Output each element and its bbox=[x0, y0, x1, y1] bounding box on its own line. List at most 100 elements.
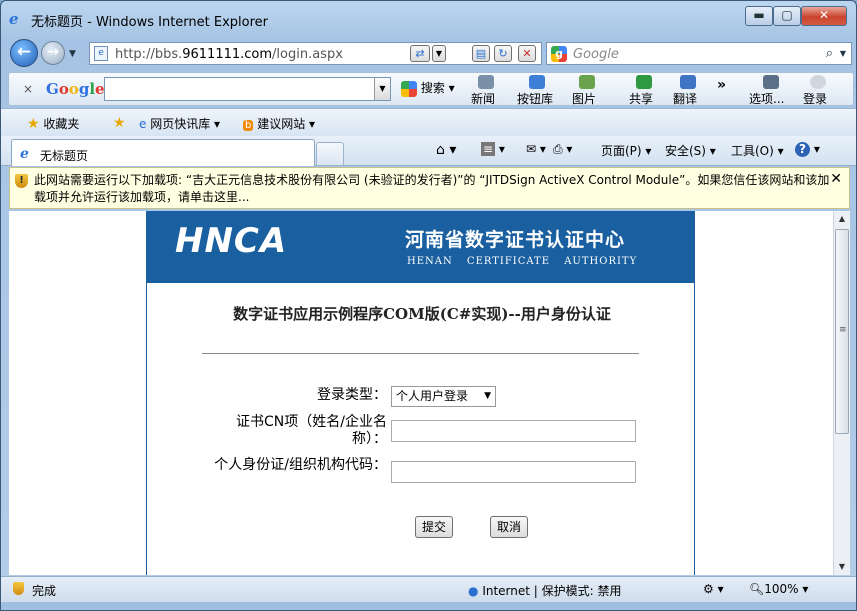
search-options-icon[interactable]: ▼ bbox=[840, 49, 846, 58]
login-type-select[interactable]: 个人用户登录 ▼ bbox=[391, 386, 496, 407]
google-search-button[interactable]: 搜索 ▾ bbox=[401, 79, 455, 97]
google-search-input[interactable]: ▼ bbox=[104, 77, 391, 101]
web-slice-gallery-link[interactable]: e 网页快讯库 ▾ bbox=[139, 115, 220, 132]
google-search-dropdown-icon[interactable]: ▼ bbox=[374, 78, 390, 100]
page-menu[interactable]: 页面(P) ▾ bbox=[601, 142, 651, 159]
tab-label: 无标题页 bbox=[40, 149, 89, 163]
status-shield-icon bbox=[13, 582, 24, 598]
google-icon: g bbox=[551, 46, 567, 62]
security-zone[interactable]: ● Internet | 保护模式: 禁用 bbox=[468, 582, 622, 599]
page-heading: 数字证书应用示例程序COM版(C#实现)--用户身份认证 bbox=[233, 305, 611, 323]
share-button[interactable]: 共享 bbox=[629, 75, 659, 106]
compat-view-icon[interactable]: ▤ bbox=[472, 45, 490, 62]
maximize-button[interactable]: ▢ bbox=[773, 6, 801, 26]
sign-in-button[interactable]: 登录 bbox=[803, 75, 833, 106]
suggested-sites-icon: b bbox=[243, 120, 254, 131]
infobar-message[interactable]: 此网站需要运行以下加载项: “吉大正元信息技术股份有限公司 (未验证的发行者)”… bbox=[34, 172, 830, 206]
suggested-sites-link[interactable]: b 建议网站 ▾ bbox=[243, 115, 315, 132]
address-url[interactable]: http://bbs.9611111.com/login.aspx bbox=[115, 47, 343, 62]
addon-status-icon[interactable]: ⚙ ▾ bbox=[703, 582, 724, 596]
images-button[interactable]: 图片 bbox=[572, 75, 602, 106]
button-gallery-icon bbox=[529, 75, 545, 89]
new-tab-button[interactable] bbox=[316, 142, 344, 166]
news-button[interactable]: 新闻 bbox=[471, 75, 501, 106]
favorites-button[interactable]: ★ 收藏夹 bbox=[27, 115, 79, 132]
page-viewport: HNCA 河南省数字证书认证中心 HENAN CERTIFICATE AUTHO… bbox=[9, 211, 833, 575]
id-input[interactable] bbox=[391, 461, 636, 483]
google-logo: Google bbox=[46, 80, 105, 98]
id-label: 个人身份证/组织机构代码： bbox=[214, 457, 387, 473]
google-toolbar: × Google ▼ 搜索 ▾ 新闻 按钮库 图片 共享 翻译 » 选项... … bbox=[8, 72, 854, 106]
button-gallery-button[interactable]: 按钮库 bbox=[517, 75, 557, 106]
stop-icon[interactable]: ✕ bbox=[518, 45, 536, 62]
window-bottom-edge bbox=[1, 602, 856, 610]
cn-label: 证书CN项（姓名/企业名称）： bbox=[236, 414, 387, 447]
banner: HNCA 河南省数字证书认证中心 HENAN CERTIFICATE AUTHO… bbox=[147, 211, 694, 283]
favorites-bar: ★ 收藏夹 ★ e 网页快讯库 ▾ b 建议网站 ▾ bbox=[1, 108, 856, 136]
hnca-logo: HNCA bbox=[175, 221, 288, 261]
information-bar[interactable]: ! 此网站需要运行以下加载项: “吉大正元信息技术股份有限公司 (未验证的发行者… bbox=[9, 167, 850, 209]
refresh-icon[interactable]: ↻ bbox=[494, 45, 512, 62]
search-icon[interactable]: ⌕ bbox=[826, 46, 833, 61]
compatibility-icon[interactable]: ⇄ bbox=[410, 45, 430, 62]
mail-icon[interactable]: ✉ ▾ bbox=[526, 142, 546, 156]
search-input[interactable]: Google bbox=[573, 47, 619, 62]
translate-icon bbox=[680, 75, 696, 89]
login-type-label: 登录类型： bbox=[317, 387, 387, 403]
shield-icon: ! bbox=[15, 174, 28, 188]
browser-window: e 无标题页 - Windows Internet Explorer ▬ ▢ ✕… bbox=[0, 0, 857, 611]
back-button[interactable]: ← bbox=[10, 39, 38, 67]
status-text: 完成 bbox=[32, 584, 57, 598]
org-name-cn: 河南省数字证书认证中心 bbox=[405, 229, 626, 251]
news-icon bbox=[478, 75, 494, 89]
web-slice-icon: e bbox=[139, 117, 147, 131]
options-button[interactable]: 选项... bbox=[749, 75, 793, 106]
wrench-icon bbox=[763, 75, 779, 89]
home-icon[interactable]: ⌂ ▾ bbox=[436, 142, 456, 158]
divider bbox=[202, 353, 639, 354]
login-type-value: 个人用户登录 bbox=[396, 389, 469, 403]
tab-untitled[interactable]: e 无标题页 bbox=[11, 139, 315, 166]
translate-button[interactable]: 翻译 bbox=[673, 75, 703, 106]
google-search-icon bbox=[401, 80, 417, 97]
more-tools-icon[interactable]: » bbox=[717, 77, 726, 107]
close-button[interactable]: ✕ bbox=[801, 6, 847, 26]
google-toolbar-close-icon[interactable]: × bbox=[23, 82, 33, 96]
history-dropdown-icon[interactable]: ▼ bbox=[69, 49, 76, 59]
tab-page-icon: e bbox=[20, 146, 29, 162]
help-icon[interactable]: ? ▾ bbox=[795, 142, 820, 157]
page-icon: e bbox=[94, 46, 108, 61]
share-icon bbox=[636, 75, 652, 89]
star-icon: ★ bbox=[27, 116, 40, 132]
address-dropdown-icon[interactable]: ▼ bbox=[432, 45, 446, 62]
user-icon bbox=[810, 75, 826, 89]
cancel-button[interactable]: 取消 bbox=[490, 516, 528, 538]
forward-button[interactable]: → bbox=[41, 41, 65, 65]
print-icon[interactable]: ⎙ ▾ bbox=[553, 142, 572, 157]
zoom-control[interactable]: 🔍︎100% ▾ bbox=[749, 582, 808, 596]
submit-button[interactable]: 提交 bbox=[415, 516, 453, 538]
tab-row: e 无标题页 ⌂ ▾ ≡ ▾ ✉ ▾ ⎙ ▾ 页面(P) ▾ 安全(S) ▾ 工… bbox=[1, 136, 856, 166]
infobar-close-icon[interactable]: ✕ bbox=[830, 171, 842, 188]
vertical-scrollbar[interactable]: ▲ ≡ ▼ bbox=[833, 211, 850, 575]
scroll-thumb[interactable]: ≡ bbox=[835, 229, 849, 434]
scroll-down-icon[interactable]: ▼ bbox=[834, 559, 850, 575]
globe-icon: ● bbox=[468, 584, 479, 598]
minimize-button[interactable]: ▬ bbox=[745, 6, 773, 26]
status-bar: 完成 ● Internet | 保护模式: 禁用 ⚙ ▾ 🔍︎100% ▾ bbox=[1, 576, 856, 602]
chevron-down-icon: ▼ bbox=[484, 391, 491, 401]
tools-menu[interactable]: 工具(O) ▾ bbox=[731, 142, 784, 159]
address-bar[interactable]: e http://bbs.9611111.com/login.aspx ⇄ ▼ … bbox=[89, 42, 542, 65]
ie-icon: e bbox=[9, 10, 19, 28]
feeds-icon[interactable]: ≡ ▾ bbox=[481, 142, 505, 156]
images-icon bbox=[579, 75, 595, 89]
search-box[interactable]: g Google ⌕ ▼ bbox=[546, 42, 852, 65]
window-title: 无标题页 - Windows Internet Explorer bbox=[31, 15, 268, 30]
navigation-bar: ← → ▼ e http://bbs.9611111.com/login.asp… bbox=[1, 35, 856, 71]
title-bar: e 无标题页 - Windows Internet Explorer ▬ ▢ ✕ bbox=[1, 1, 856, 33]
safety-menu[interactable]: 安全(S) ▾ bbox=[665, 142, 716, 159]
add-favorite-icon[interactable]: ★ bbox=[113, 115, 126, 131]
org-name-en: HENAN CERTIFICATE AUTHORITY bbox=[407, 256, 638, 267]
scroll-up-icon[interactable]: ▲ bbox=[834, 211, 850, 227]
cn-input[interactable] bbox=[391, 420, 636, 442]
